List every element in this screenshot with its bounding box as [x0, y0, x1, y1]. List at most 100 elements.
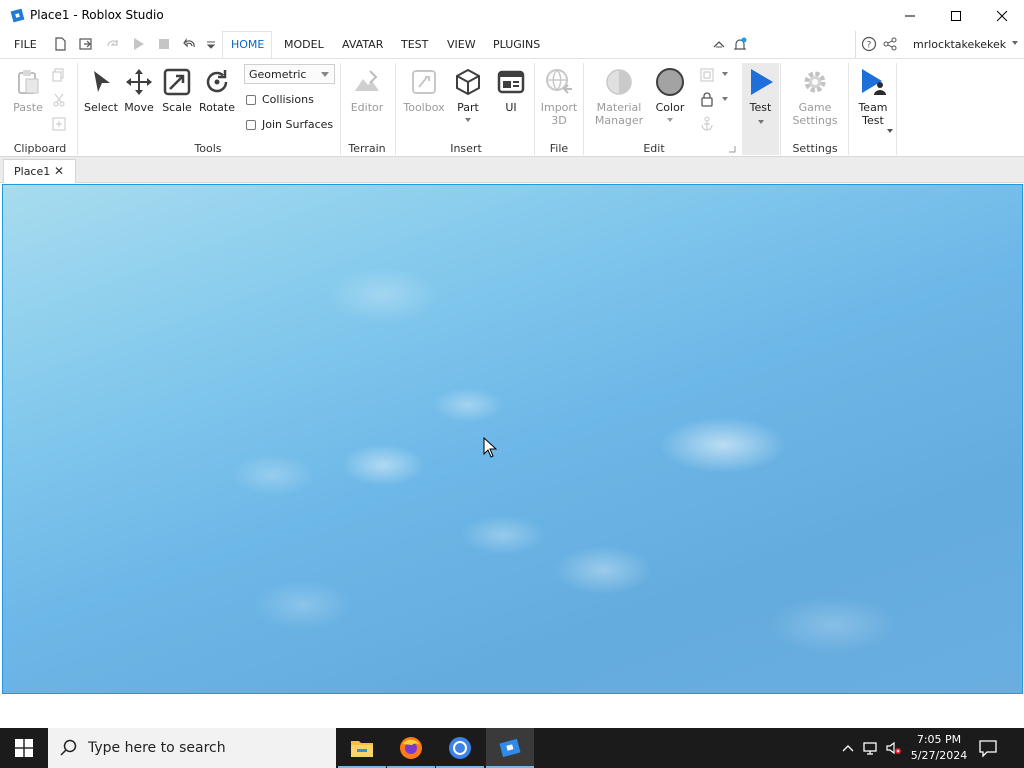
collisions-checkbox[interactable]: [246, 94, 256, 105]
ui-label: UI: [505, 101, 517, 114]
clock-date: 5/27/2024: [910, 749, 968, 762]
taskbar-chrome[interactable]: [436, 728, 484, 768]
window-title: Place1 - Roblox Studio: [30, 8, 164, 22]
select-label: Select: [84, 101, 118, 114]
windows-logo-icon: [15, 739, 33, 757]
tab-plugins[interactable]: PLUGINS: [493, 38, 540, 51]
user-menu-chevron-icon[interactable]: [1010, 38, 1020, 48]
close-button[interactable]: [979, 0, 1024, 31]
scale-icon: [163, 68, 191, 96]
publish-icon[interactable]: [78, 36, 94, 52]
transform-mode-dropdown[interactable]: Geometric: [244, 64, 335, 84]
paste-button[interactable]: Paste: [10, 67, 46, 114]
stop-icon[interactable]: [156, 36, 172, 52]
toolbox-button[interactable]: Toolbox: [401, 67, 447, 114]
duplicate-icon[interactable]: [52, 117, 66, 131]
edit-group-expand-icon[interactable]: [728, 145, 736, 153]
part-chevron-icon: [465, 118, 471, 122]
tab-test[interactable]: TEST: [401, 38, 428, 51]
game-settings-button[interactable]: Game Settings: [788, 67, 842, 127]
anchor-icon[interactable]: [699, 116, 715, 132]
roblox-studio-icon: [499, 738, 521, 758]
3d-viewport[interactable]: [2, 184, 1023, 694]
group-icon[interactable]: [699, 67, 715, 83]
help-icon[interactable]: ?: [861, 36, 877, 52]
taskbar-clock[interactable]: 7:05 PM 5/27/2024: [906, 732, 972, 764]
tab-home[interactable]: HOME: [231, 38, 264, 51]
share-icon[interactable]: [882, 36, 898, 52]
import-3d-label-line1: Import: [540, 101, 578, 114]
part-button[interactable]: Part: [452, 67, 484, 122]
search-placeholder: Type here to search: [88, 740, 226, 756]
lock-icon[interactable]: [699, 91, 715, 107]
action-center-icon[interactable]: [978, 738, 998, 758]
scale-tool-button[interactable]: Scale: [160, 67, 194, 114]
material-manager-label-line1: Material: [596, 101, 642, 114]
team-test-chevron-icon[interactable]: [887, 129, 893, 133]
move-tool-button[interactable]: Move: [122, 67, 156, 114]
move-label: Move: [124, 101, 154, 114]
new-file-icon[interactable]: [52, 36, 68, 52]
test-chevron-icon: [757, 120, 764, 124]
part-label: Part: [457, 101, 479, 114]
tab-view[interactable]: VIEW: [447, 38, 476, 51]
close-tab-icon[interactable]: ✕: [54, 164, 64, 178]
document-tab-place1[interactable]: Place1 ✕: [3, 159, 76, 183]
volume-muted-icon[interactable]: [885, 740, 901, 756]
collapse-ribbon-icon[interactable]: [711, 36, 727, 52]
join-surfaces-checkbox[interactable]: [246, 119, 256, 130]
minimize-icon: [905, 15, 915, 16]
cut-icon[interactable]: [52, 93, 66, 107]
taskbar-roblox-studio[interactable]: [486, 728, 534, 768]
ribbon-separator: [77, 63, 78, 155]
chevron-down-icon: [321, 72, 329, 77]
gear-icon: [804, 71, 826, 93]
test-button[interactable]: Test: [742, 67, 779, 124]
paste-icon: [18, 70, 39, 94]
rotate-tool-button[interactable]: Rotate: [198, 67, 236, 114]
copy-icon[interactable]: [52, 68, 66, 82]
file-menu[interactable]: FILE: [14, 38, 37, 51]
ui-button[interactable]: UI: [494, 67, 528, 114]
tab-model[interactable]: MODEL: [284, 38, 324, 51]
color-swatch-icon: [656, 68, 684, 96]
collisions-toggle[interactable]: Collisions: [246, 93, 314, 106]
select-tool-button[interactable]: Select: [84, 67, 118, 114]
play-icon[interactable]: [130, 36, 146, 52]
maximize-button[interactable]: [933, 0, 979, 31]
color-chevron-icon: [667, 118, 673, 122]
mouse-cursor-icon: [483, 437, 497, 458]
undo-icon[interactable]: [182, 36, 198, 52]
color-button[interactable]: Color: [652, 67, 688, 122]
join-surfaces-toggle[interactable]: Join Surfaces: [246, 118, 333, 131]
taskbar-search-box[interactable]: Type here to search: [48, 728, 336, 768]
tab-avatar[interactable]: AVATAR: [342, 38, 383, 51]
toolbox-icon: [412, 70, 436, 94]
join-surfaces-label: Join Surfaces: [262, 118, 334, 131]
game-settings-label-line1: Game: [798, 101, 832, 114]
taskbar-file-explorer[interactable]: [338, 728, 386, 768]
notifications-bell-icon[interactable]: [732, 36, 748, 52]
quick-access-dropdown-icon[interactable]: [203, 36, 219, 52]
minimize-button[interactable]: [887, 0, 933, 31]
start-button[interactable]: [0, 728, 48, 768]
select-cursor-icon: [94, 71, 110, 92]
username-label[interactable]: mrlocktakekekek: [913, 38, 1006, 51]
firefox-icon: [400, 737, 422, 759]
move-arrows-icon: [126, 69, 152, 95]
ribbon-separator: [395, 63, 396, 155]
terrain-editor-button[interactable]: Editor: [346, 67, 388, 114]
redo-icon[interactable]: [104, 36, 120, 52]
document-tab-label: Place1: [14, 165, 51, 178]
lock-chevron-icon[interactable]: [722, 97, 728, 101]
material-manager-button[interactable]: Material Manager: [592, 67, 646, 127]
show-hidden-icons-chevron-icon[interactable]: [840, 740, 856, 756]
test-play-icon: [750, 69, 773, 95]
network-icon[interactable]: [862, 740, 878, 756]
import-3d-button[interactable]: Import 3D: [538, 67, 580, 127]
team-test-button[interactable]: Team Test: [852, 67, 894, 127]
taskbar-firefox[interactable]: [387, 728, 435, 768]
group-chevron-icon[interactable]: [722, 72, 728, 76]
transform-mode-value: Geometric: [249, 68, 307, 81]
insert-group-label: Insert: [450, 142, 482, 155]
